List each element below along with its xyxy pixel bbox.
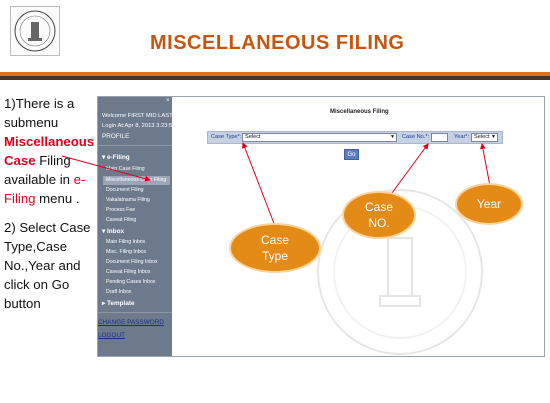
callout-year: Year bbox=[455, 183, 523, 225]
callout-case-type: Case Type bbox=[229, 223, 321, 273]
callout-case-no: Case NO. bbox=[342, 191, 416, 239]
